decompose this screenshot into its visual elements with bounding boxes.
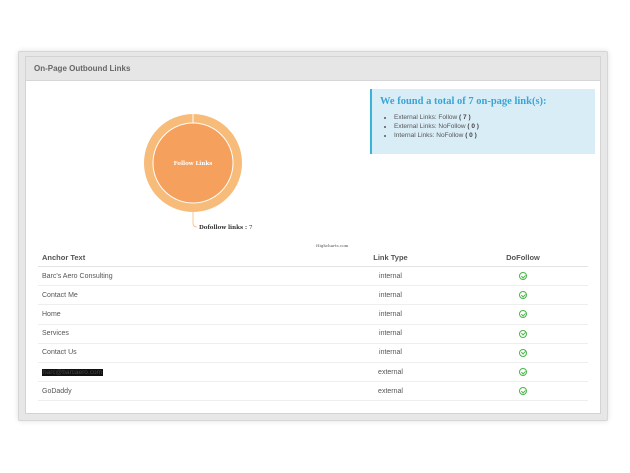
anchor-text-cell: Barc's Aero Consulting (38, 266, 323, 287)
dofollow-cell (458, 285, 588, 306)
pie-chart-svg: Follow Links Dofollow links : 7 (144, 114, 253, 231)
panel-title: On-Page Outbound Links (26, 57, 600, 81)
anchor-text-cell: Services (38, 324, 323, 344)
links-summary-box: We found a total of 7 on-page link(s): E… (370, 89, 595, 154)
link-type-cell: internal (323, 266, 458, 287)
summary-heading: We found a total of 7 on-page link(s): (380, 96, 547, 107)
col-link-type: Link Type (323, 248, 458, 267)
table-row: barc@barcaero.com external (38, 362, 588, 383)
check-icon (519, 291, 527, 300)
pie-annotation-connector (192, 212, 198, 228)
anchor-text-cell: Contact Me (38, 285, 323, 306)
table-row: Contact Us internal (38, 343, 588, 363)
table-row: Contact Me internal (38, 285, 588, 306)
check-icon (519, 387, 527, 396)
check-icon (519, 272, 527, 281)
check-icon (519, 329, 527, 338)
summary-item-label: External Links: NoFollow (394, 123, 466, 130)
report-frame: On-Page Outbound Links Follow Links Dofo… (18, 51, 608, 421)
summary-list: External Links: Follow ( 7 ) External Li… (380, 113, 595, 140)
links-table: Anchor Text Link Type DoFollow Barc's Ae… (38, 248, 588, 402)
summary-item-count: ( 0 ) (465, 132, 477, 139)
follow-links-chart: Follow Links Dofollow links : 7 (26, 81, 366, 247)
link-type-cell: internal (323, 285, 458, 306)
outbound-links-panel: On-Page Outbound Links Follow Links Dofo… (25, 56, 601, 414)
annotation-value: 7 (249, 225, 253, 231)
summary-item-label: External Links: Follow (394, 114, 458, 121)
link-type-cell: external (323, 381, 458, 402)
summary-item: External Links: Follow ( 7 ) (394, 113, 595, 122)
check-icon (519, 310, 527, 319)
dofollow-cell (458, 343, 588, 363)
summary-item-count: ( 7 ) (459, 114, 471, 121)
anchor-text-cell: GoDaddy (38, 381, 323, 402)
dofollow-cell (458, 381, 588, 402)
table-header-row: Anchor Text Link Type DoFollow (38, 248, 588, 267)
anchor-text-cell: barc@barcaero.com (38, 362, 323, 383)
dofollow-cell (458, 324, 588, 344)
dofollow-cell (458, 266, 588, 287)
link-type-cell: internal (323, 304, 458, 325)
summary-item: Internal Links: NoFollow ( 0 ) (394, 131, 595, 140)
dofollow-cell (458, 304, 588, 325)
link-type-cell: internal (323, 324, 458, 344)
col-dofollow: DoFollow (458, 248, 588, 267)
redacted-anchor-text: barc@barcaero.com (42, 368, 103, 376)
summary-item-count: ( 0 ) (467, 123, 479, 130)
pie-annotation-label: Dofollow links : 7 (199, 225, 253, 231)
table-row: Services internal (38, 324, 588, 344)
pie-slice-label: Follow Links (174, 161, 213, 167)
dofollow-cell (458, 362, 588, 383)
link-type-cell: external (323, 362, 458, 383)
summary-item-label: Internal Links: NoFollow (394, 132, 464, 139)
summary-item: External Links: NoFollow ( 0 ) (394, 122, 595, 131)
table-row: GoDaddy external (38, 381, 588, 402)
table-row: Home internal (38, 304, 588, 325)
col-anchor-text: Anchor Text (38, 248, 323, 267)
link-type-cell: internal (323, 343, 458, 363)
annotation-label-text: Dofollow links (199, 225, 243, 231)
anchor-text-cell: Contact Us (38, 343, 323, 363)
check-icon (519, 348, 527, 357)
check-icon (519, 368, 527, 377)
table-row: Barc's Aero Consulting internal (38, 266, 588, 287)
anchor-text-cell: Home (38, 304, 323, 325)
